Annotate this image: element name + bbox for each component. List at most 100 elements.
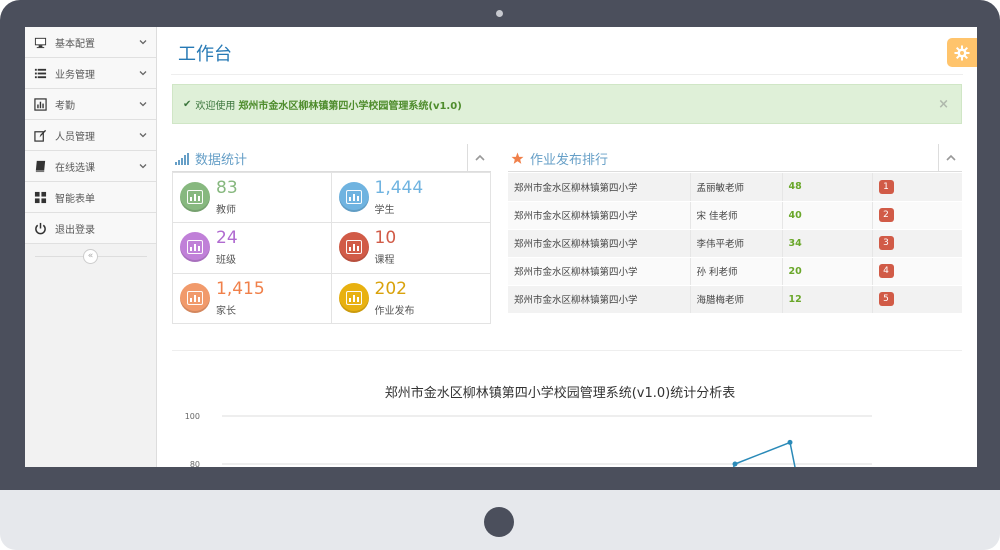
star-icon	[511, 152, 524, 165]
stat-value: 10	[374, 228, 397, 249]
teacher-cell: 李伟平老师	[690, 229, 783, 258]
stat-label: 课程	[374, 255, 395, 267]
camera-dot	[496, 10, 503, 17]
sidebar-item-label: 退出登录	[55, 224, 95, 236]
sidebar-item-smart-forms[interactable]: 智能表单	[25, 182, 156, 213]
sidebar-item-label: 考勤	[55, 100, 75, 112]
ranking-collapse-toggle[interactable]	[938, 144, 962, 172]
stat-card-classes: 24 班级	[173, 222, 332, 273]
chart-title: 郑州市金水区柳林镇第四小学校园管理系统(v1.0)统计分析表	[384, 386, 736, 401]
series-line	[734, 441, 791, 465]
teacher-cell: 孙 利老师	[690, 257, 783, 286]
sidebar-item-label: 业务管理	[55, 69, 95, 81]
stat-chart-icon	[338, 282, 369, 313]
edit-icon	[34, 129, 47, 142]
chevron-up-icon	[945, 154, 956, 161]
teacher-cell: 孟丽敏老师	[690, 173, 783, 202]
school-cell: 郑州市金水区柳林镇第四小学	[508, 285, 691, 314]
stats-collapse-toggle[interactable]	[467, 144, 491, 172]
school-cell: 郑州市金水区柳林镇第四小学	[508, 201, 691, 230]
sidebar: 基本配置 业务管理 考勤 人员管理 在线选课 智能表单 退出登录 «	[25, 27, 157, 467]
stat-value: 202	[374, 278, 407, 299]
power-button	[484, 507, 514, 537]
close-icon[interactable]: ×	[938, 97, 949, 112]
alert-prefix: 欢迎使用	[195, 100, 236, 112]
rank-badge: 5	[878, 292, 894, 306]
table-row: 郑州市金水区柳林镇第四小学 海腊梅老师 12 5	[508, 285, 962, 314]
sidebar-collapse-bar: «	[25, 247, 157, 267]
app-screen: 基本配置 业务管理 考勤 人员管理 在线选课 智能表单 退出登录 « 工作台 ✔…	[25, 27, 977, 467]
stat-card-teachers: 83 教师	[173, 172, 332, 223]
rank-badge: 2	[878, 208, 894, 222]
stat-card-courses: 10 课程	[331, 222, 490, 272]
data-point	[787, 439, 793, 445]
stat-chart-icon	[180, 182, 210, 212]
stats-grid: 83 教师 1,444 学生 24 班级 10 课程 1,415 家长 202 …	[172, 172, 491, 324]
chevron-down-icon	[139, 102, 147, 107]
signal-icon	[175, 152, 189, 165]
line-chart: 100 80	[185, 412, 872, 467]
stat-card-students: 1,444 学生	[331, 172, 490, 222]
table-row: 郑州市金水区柳林镇第四小学 孟丽敏老师 48 1	[508, 173, 962, 202]
table-row: 郑州市金水区柳林镇第四小学 宋 佳老师 40 2	[508, 201, 962, 230]
page-title: 工作台	[178, 44, 232, 65]
stat-value: 24	[216, 228, 238, 249]
count-cell: 34	[782, 229, 873, 258]
ranking-table: 郑州市金水区柳林镇第四小学 孟丽敏老师 48 1 郑州市金水区柳林镇第四小学 宋…	[508, 173, 962, 314]
stat-chart-icon	[338, 182, 369, 212]
check-icon: ✔	[183, 98, 192, 110]
chevron-down-icon	[139, 133, 147, 138]
bar-chart-icon	[34, 97, 47, 111]
teacher-cell: 海腊梅老师	[690, 285, 783, 314]
data-point	[732, 461, 738, 467]
rank-badge: 1	[878, 179, 894, 194]
stat-chart-icon	[338, 232, 369, 263]
stat-chart-icon	[180, 232, 210, 263]
stat-label: 家长	[216, 305, 236, 317]
gear-icon	[954, 45, 970, 60]
sidebar-item-attendance[interactable]: 考勤	[25, 89, 156, 120]
y-tick-label: 100	[185, 412, 200, 421]
sidebar-item-label: 人员管理	[55, 131, 95, 143]
sidebar-item-label: 智能表单	[55, 193, 95, 205]
alert-system-name: 郑州市金水区柳林镇第四小学校园管理系统(v1.0)	[238, 100, 462, 112]
settings-button[interactable]	[947, 38, 977, 67]
stat-value: 83	[216, 178, 238, 198]
school-cell: 郑州市金水区柳林镇第四小学	[508, 257, 691, 286]
teacher-cell: 宋 佳老师	[690, 201, 783, 230]
sidebar-item-business[interactable]: 业务管理	[25, 58, 156, 89]
count-cell: 12	[782, 285, 873, 314]
stats-title: 数据统计	[195, 153, 248, 168]
count-cell: 48	[782, 173, 873, 202]
chevron-down-icon	[139, 164, 147, 169]
stats-widget-header: 数据统计	[172, 144, 491, 172]
grid-icon	[34, 191, 47, 204]
chevron-up-icon	[474, 154, 485, 161]
school-cell: 郑州市金水区柳林镇第四小学	[508, 229, 691, 258]
stat-label: 班级	[216, 255, 236, 267]
ranking-widget-header: 作业发布排行	[508, 144, 962, 172]
school-cell: 郑州市金水区柳林镇第四小学	[508, 173, 691, 202]
chevron-down-icon	[139, 71, 147, 76]
sidebar-item-logout[interactable]: 退出登录	[25, 213, 156, 244]
desktop-icon	[34, 36, 47, 49]
rank-badge: 4	[878, 264, 894, 278]
table-row: 郑州市金水区柳林镇第四小学 孙 利老师 20 4	[508, 257, 962, 286]
sidebar-item-course-selection[interactable]: 在线选课	[25, 151, 156, 182]
stat-card-homework: 202 作业发布	[331, 272, 490, 323]
stat-label: 作业发布	[374, 305, 415, 317]
double-chevron-left-icon[interactable]: «	[83, 249, 98, 264]
stat-card-parents: 1,415 家长	[173, 272, 332, 323]
series-line	[789, 442, 796, 467]
sidebar-item-basic-config[interactable]: 基本配置	[25, 27, 156, 58]
count-cell: 40	[782, 201, 873, 230]
sidebar-item-label: 在线选课	[55, 162, 95, 174]
power-icon	[34, 222, 47, 235]
y-tick-label: 80	[190, 460, 200, 467]
stat-chart-icon	[180, 282, 210, 313]
stat-label: 学生	[374, 205, 395, 216]
count-cell: 20	[782, 257, 873, 286]
main-content: 工作台 ✔ 欢迎使用 郑州市金水区柳林镇第四小学校园管理系统(v1.0) × 数…	[158, 27, 977, 467]
sidebar-item-personnel[interactable]: 人员管理	[25, 120, 156, 151]
ranking-title: 作业发布排行	[530, 153, 609, 168]
